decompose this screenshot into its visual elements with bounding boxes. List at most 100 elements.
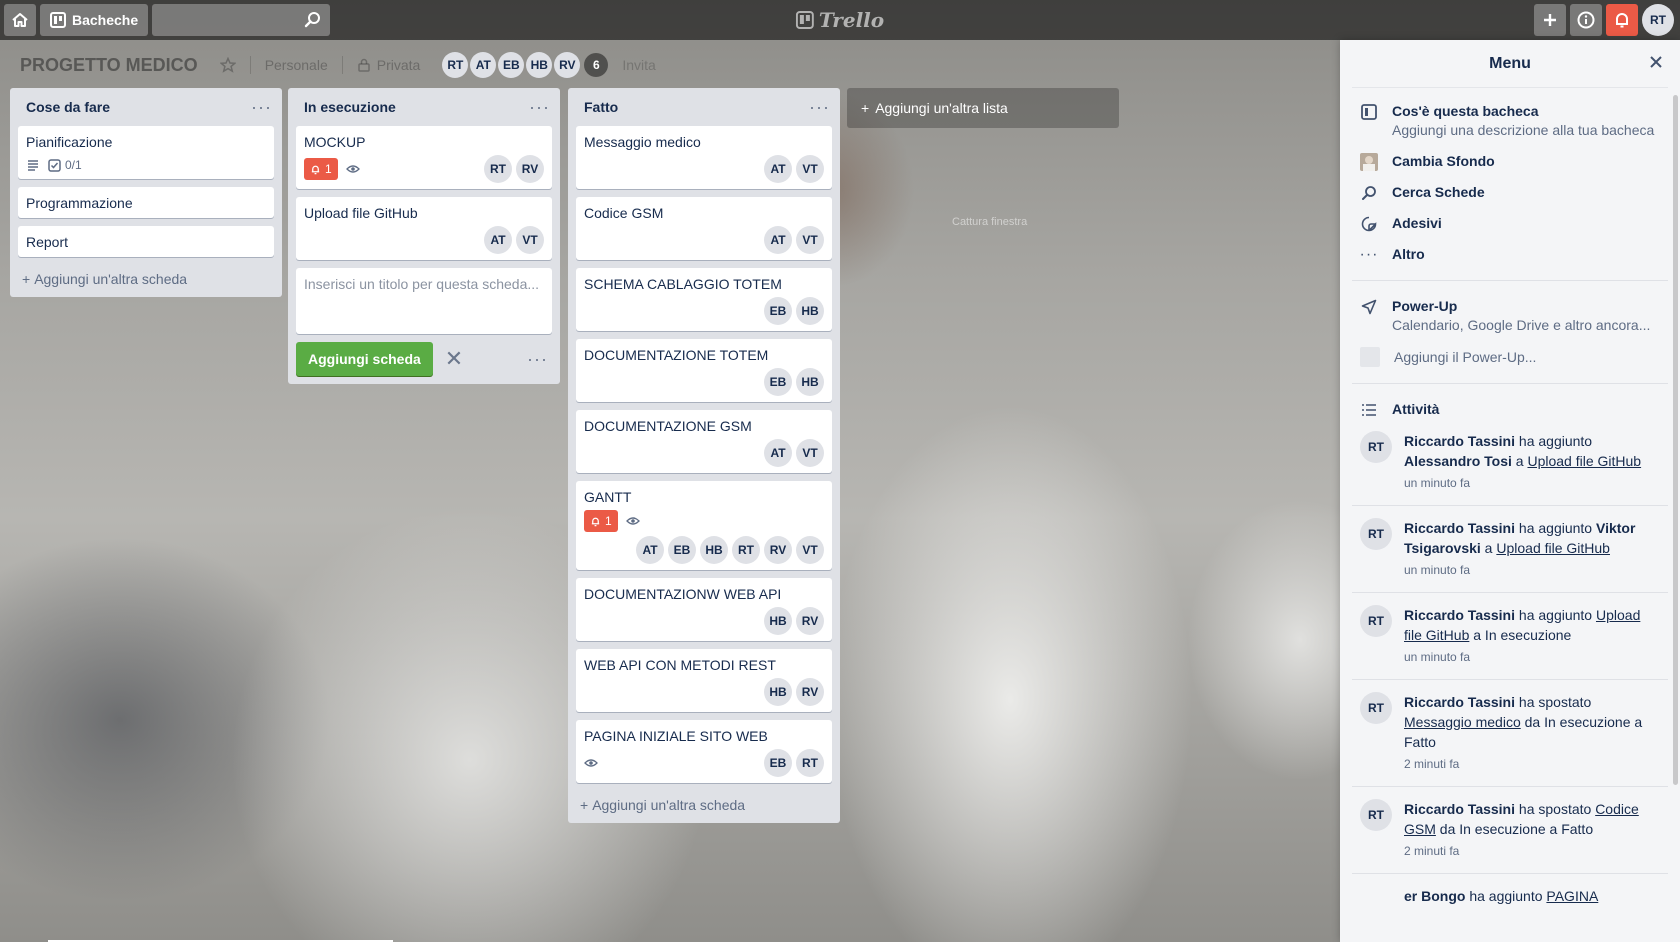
member-avatar[interactable]: VT xyxy=(796,439,824,467)
star-button[interactable] xyxy=(219,57,236,73)
member-avatar[interactable]: RV xyxy=(796,678,824,706)
activity-user[interactable]: Riccardo Tassini xyxy=(1404,607,1515,623)
card[interactable]: Upload file GitHub AT VT xyxy=(296,197,552,260)
menu-item-add-powerup[interactable]: Aggiungi il Power-Up... xyxy=(1360,347,1668,367)
activity-time[interactable]: un minuto fa xyxy=(1404,560,1654,580)
card[interactable]: GANTT 1 AT EB HB RT RV VT xyxy=(576,481,832,570)
activity-user[interactable]: Riccardo Tassini xyxy=(1404,694,1515,710)
add-card-button[interactable]: + Aggiungi un'altra scheda xyxy=(576,791,832,815)
activity-time[interactable]: 2 minuti fa xyxy=(1404,841,1654,861)
member-avatar[interactable]: AT xyxy=(636,536,664,564)
card[interactable]: DOCUMENTAZIONE TOTEM EB HB xyxy=(576,339,832,402)
search-box[interactable] xyxy=(152,4,331,36)
card-composer-textarea[interactable]: Inserisci un titolo per questa scheda... xyxy=(296,268,552,334)
activity-user[interactable]: Riccardo Tassini xyxy=(1404,433,1515,449)
activity-time[interactable]: un minuto fa xyxy=(1404,647,1654,667)
member-avatar[interactable]: HB xyxy=(700,536,728,564)
list-title[interactable]: Fatto xyxy=(584,99,618,115)
list-title[interactable]: Cose da fare xyxy=(26,99,110,115)
avatar[interactable]: RT xyxy=(1360,605,1392,637)
activity-tail[interactable]: PAGINA xyxy=(1546,888,1598,904)
boards-button[interactable]: Bacheche xyxy=(40,4,149,36)
board-title[interactable]: PROGETTO MEDICO xyxy=(20,55,198,76)
member-avatar[interactable]: AT xyxy=(764,439,792,467)
info-button[interactable] xyxy=(1570,4,1602,36)
add-list-button[interactable]: + Aggiungi un'altra lista xyxy=(847,88,1119,128)
activity-time[interactable]: un minuto fa xyxy=(1404,473,1654,493)
card[interactable]: Codice GSM AT VT xyxy=(576,197,832,260)
avatar[interactable]: RT xyxy=(1360,518,1392,550)
member-avatar[interactable]: VT xyxy=(516,226,544,254)
activity-user[interactable]: er Bongo xyxy=(1404,888,1465,904)
member-avatar[interactable]: EB xyxy=(764,749,792,777)
add-card-submit-button[interactable]: Aggiungi scheda xyxy=(296,342,433,376)
menu-item-search[interactable]: Cerca Schede xyxy=(1360,183,1668,202)
list-menu-button[interactable]: ··· xyxy=(529,98,550,116)
member-avatar[interactable]: RV xyxy=(516,155,544,183)
card[interactable]: Pianificazione 0/1 xyxy=(18,126,274,179)
card[interactable]: PAGINA INIZIALE SITO WEB EB RT xyxy=(576,720,832,783)
card[interactable]: Programmazione xyxy=(18,187,274,218)
avatar[interactable]: RT xyxy=(1360,431,1392,463)
invite-button[interactable]: Invita xyxy=(622,57,655,73)
card[interactable]: Report xyxy=(18,226,274,257)
member-avatar[interactable]: AT xyxy=(764,226,792,254)
activity-user[interactable]: Riccardo Tassini xyxy=(1404,801,1515,817)
member-avatar[interactable]: AT xyxy=(484,226,512,254)
menu-item-activity[interactable]: Attività xyxy=(1360,400,1668,419)
card[interactable]: DOCUMENTAZIONW WEB API HB RV xyxy=(576,578,832,641)
member-avatar[interactable]: VT xyxy=(796,536,824,564)
close-icon[interactable] xyxy=(1648,54,1664,70)
activity-card-link[interactable]: Upload file GitHub xyxy=(1527,453,1641,469)
member-count[interactable]: 6 xyxy=(584,53,609,77)
team-button[interactable]: Personale xyxy=(265,57,328,73)
notifications-button[interactable] xyxy=(1606,4,1638,36)
member-avatar[interactable]: EB xyxy=(764,368,792,396)
member-avatar[interactable]: EB xyxy=(498,52,525,78)
list-title[interactable]: In esecuzione xyxy=(304,99,396,115)
member-avatar[interactable]: HB xyxy=(796,297,824,325)
member-avatar[interactable]: RT xyxy=(796,749,824,777)
member-avatar[interactable]: RV xyxy=(764,536,792,564)
home-button[interactable] xyxy=(4,4,36,36)
member-avatar[interactable]: VT xyxy=(796,155,824,183)
list-menu-button[interactable]: ··· xyxy=(251,98,272,116)
member-avatar[interactable]: HB xyxy=(764,607,792,635)
member-avatar[interactable]: VT xyxy=(796,226,824,254)
card[interactable]: Messaggio medico AT VT xyxy=(576,126,832,189)
avatar[interactable]: RT xyxy=(1360,692,1392,724)
card[interactable]: WEB API CON METODI REST HB RV xyxy=(576,649,832,712)
create-button[interactable] xyxy=(1534,4,1566,36)
menu-item-stickers[interactable]: Adesivi xyxy=(1360,214,1668,233)
menu-item-more[interactable]: ··· Altro xyxy=(1360,245,1668,264)
activity-user[interactable]: Riccardo Tassini xyxy=(1404,520,1515,536)
add-card-button[interactable]: + Aggiungi un'altra scheda xyxy=(18,265,274,289)
member-avatar[interactable]: HB xyxy=(796,368,824,396)
member-avatar[interactable]: RV xyxy=(554,52,581,78)
trello-logo[interactable]: Trello xyxy=(795,8,884,32)
member-avatar[interactable]: RT xyxy=(484,155,512,183)
activity-card-link[interactable]: Messaggio medico xyxy=(1404,714,1521,730)
member-avatar[interactable]: AT xyxy=(764,155,792,183)
menu-item-background[interactable]: Cambia Sfondo xyxy=(1360,152,1668,171)
menu-item-about[interactable]: Cos'è questa bacheca Aggiungi una descri… xyxy=(1360,102,1668,140)
activity-card-link[interactable]: Upload file GitHub xyxy=(1496,540,1610,556)
member-avatar[interactable]: EB xyxy=(668,536,696,564)
member-avatar[interactable]: AT xyxy=(470,52,497,78)
card[interactable]: SCHEMA CABLAGGIO TOTEM EB HB xyxy=(576,268,832,331)
member-avatar[interactable]: HB xyxy=(764,678,792,706)
activity-object[interactable]: Alessandro Tosi xyxy=(1404,453,1512,469)
visibility-button[interactable]: Privata xyxy=(357,57,420,73)
composer-menu-button[interactable]: ··· xyxy=(527,350,548,368)
member-avatar[interactable]: RT xyxy=(732,536,760,564)
list-menu-button[interactable]: ··· xyxy=(809,98,830,116)
member-avatar[interactable]: HB xyxy=(526,52,553,78)
member-avatar[interactable]: RT xyxy=(442,52,469,78)
avatar[interactable]: RT xyxy=(1360,799,1392,831)
activity-time[interactable]: 2 minuti fa xyxy=(1404,754,1654,774)
member-avatar[interactable]: RV xyxy=(796,607,824,635)
close-icon[interactable]: ✕ xyxy=(445,348,463,370)
member-avatar[interactable]: EB xyxy=(764,297,792,325)
user-avatar[interactable]: RT xyxy=(1642,4,1674,36)
card[interactable]: DOCUMENTAZIONE GSM AT VT xyxy=(576,410,832,473)
